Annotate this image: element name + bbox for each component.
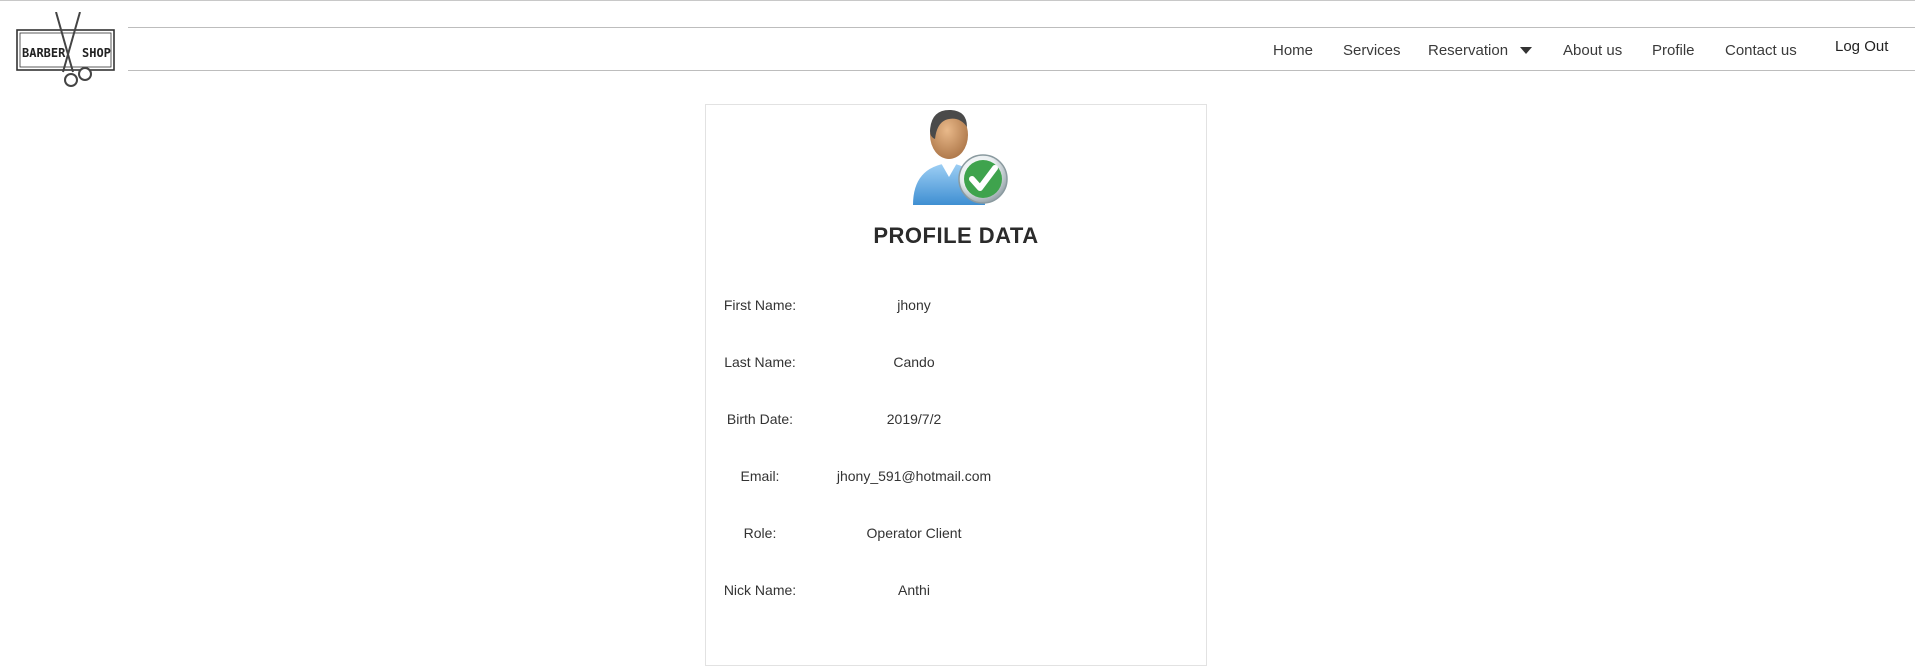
nav-about-us[interactable]: About us [1563, 42, 1622, 59]
field-label: Last Name: [724, 354, 796, 370]
field-value: jhony [897, 297, 931, 313]
field-value: Anthi [898, 582, 930, 598]
field-label: Birth Date: [726, 411, 794, 427]
nav-reservation[interactable]: Reservation [1428, 41, 1533, 59]
field-email: Email: jhony_591@hotmail.com [706, 468, 1206, 490]
field-last-name: Last Name: Cando [706, 354, 1206, 376]
nav-services[interactable]: Services [1343, 42, 1401, 59]
field-birth-date: Birth Date: 2019/7/2 [706, 411, 1206, 433]
field-label: First Name: [723, 297, 797, 313]
field-value: Operator Client [866, 525, 962, 541]
field-first-name: First Name: jhony [706, 297, 1206, 319]
nav-reservation-label: Reservation [1428, 41, 1509, 59]
profile-card: PROFILE DATA First Name: jhony Last Name… [705, 104, 1207, 666]
top-border [0, 0, 1915, 1]
nav-contact-us[interactable]: Contact us [1725, 42, 1797, 59]
page-title: PROFILE DATA [873, 223, 1039, 248]
chevron-down-icon [1520, 47, 1533, 55]
logout-button[interactable]: Log Out [1835, 38, 1888, 55]
field-label: Role: [743, 525, 777, 541]
field-value: Cando [893, 354, 935, 370]
field-label: Email: [740, 468, 780, 484]
nav-profile[interactable]: Profile [1652, 42, 1695, 59]
field-label: Nick Name: [723, 582, 797, 598]
field-role: Role: Operator Client [706, 525, 1206, 547]
nav-home[interactable]: Home [1273, 42, 1313, 59]
user-verified-icon [905, 105, 1011, 207]
main-nav: Home Services Reservation About us Profi… [0, 39, 1915, 61]
field-nick-name: Nick Name: Anthi [706, 582, 1206, 604]
field-value: jhony_591@hotmail.com [836, 468, 992, 484]
field-value: 2019/7/2 [886, 411, 942, 427]
